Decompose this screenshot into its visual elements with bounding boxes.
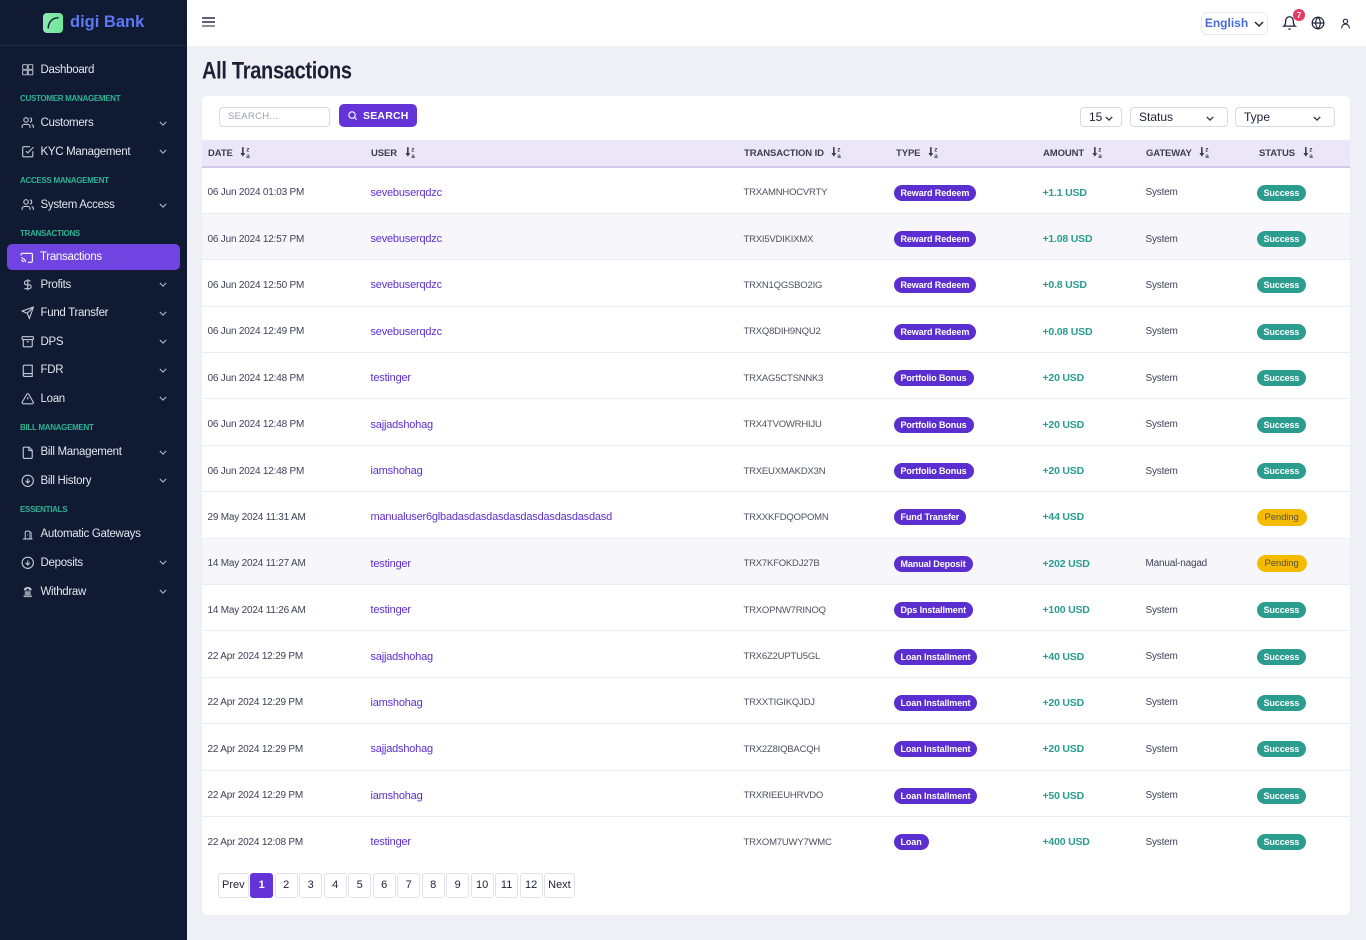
svg-text:a: a: [838, 152, 842, 157]
svg-text:a: a: [411, 152, 415, 157]
svg-text:a: a: [1098, 152, 1102, 157]
svg-text:a: a: [934, 152, 938, 157]
svg-text:a: a: [1309, 152, 1313, 157]
svg-text:a: a: [247, 152, 251, 157]
svg-text:a: a: [1205, 152, 1209, 157]
